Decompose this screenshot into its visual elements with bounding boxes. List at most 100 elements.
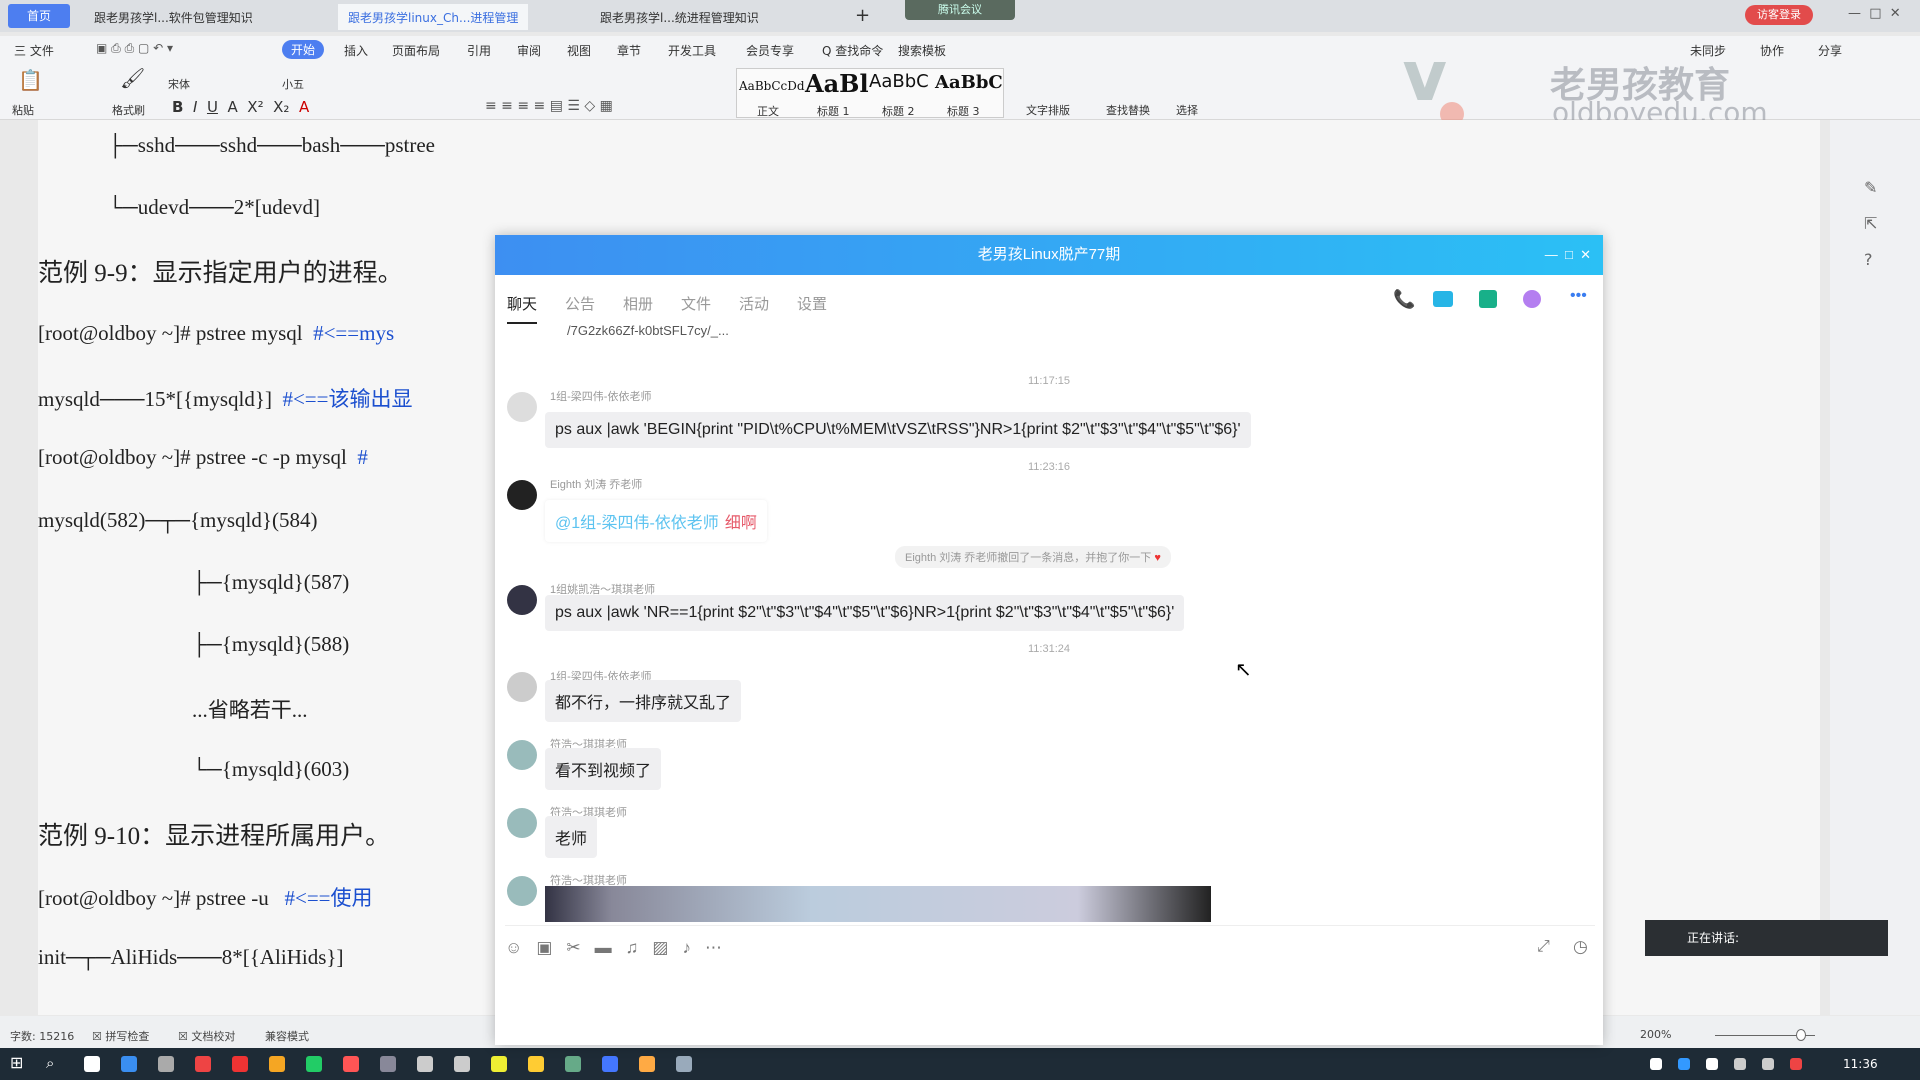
search-command[interactable]: Q 查找命令 xyxy=(822,42,883,59)
style-normal-sample[interactable]: AaBbCcDd xyxy=(739,79,805,93)
taskbar-app-icon[interactable] xyxy=(84,1056,100,1072)
spell-check[interactable]: ☒ 拼写检查 xyxy=(92,1028,149,1044)
quick-access-icons[interactable]: ▣ ⎙ ⎙ ▢ ↶ ▾ xyxy=(96,41,173,56)
avatar[interactable] xyxy=(507,392,537,422)
taskbar-app-icon[interactable] xyxy=(343,1056,359,1072)
tray-icon[interactable] xyxy=(1734,1058,1746,1070)
taskbar-app-icon[interactable] xyxy=(417,1056,433,1072)
login-button[interactable]: 访客登录 xyxy=(1745,5,1813,25)
tray-icon[interactable] xyxy=(1678,1058,1690,1070)
zoom-slider-thumb[interactable] xyxy=(1796,1029,1806,1041)
taskbar-app-icon[interactable] xyxy=(639,1056,655,1072)
menu-chapter[interactable]: 章节 xyxy=(617,42,641,59)
search-icon[interactable]: ⌕ xyxy=(46,1054,54,1072)
taskbar-app-icon[interactable] xyxy=(306,1056,322,1072)
collab-button[interactable]: 协作 xyxy=(1760,42,1784,59)
style-h1-sample[interactable]: AaBl xyxy=(805,69,869,98)
doc-tab-active[interactable]: 跟老男孩学linux_Ch...进程管理 xyxy=(338,4,529,30)
style-h2-label[interactable]: 标题 2 xyxy=(882,103,915,119)
input-toolbar[interactable]: ☺▣✂▬♫▨♪⋯ xyxy=(505,938,736,958)
font-size-select[interactable]: 小五 xyxy=(282,76,304,92)
avatar[interactable] xyxy=(507,876,537,906)
chat-tab[interactable]: 相册 xyxy=(623,293,653,314)
taskbar-app-icon[interactable] xyxy=(380,1056,396,1072)
classroom-icon[interactable] xyxy=(1479,290,1497,308)
taskbar-app-icon[interactable] xyxy=(491,1056,507,1072)
style-normal-label[interactable]: 正文 xyxy=(757,103,779,119)
search-template[interactable]: 搜索模板 xyxy=(898,42,946,59)
taskbar-app-icon[interactable] xyxy=(195,1056,211,1072)
sender-name[interactable]: 1组-梁四伟-依依老师 xyxy=(550,388,651,404)
tray-icon[interactable] xyxy=(1790,1058,1802,1070)
more-icon[interactable]: ••• xyxy=(1570,287,1587,305)
menu-member[interactable]: 会员专享 xyxy=(746,42,794,59)
menu-references[interactable]: 引用 xyxy=(467,42,491,59)
style-h2-sample[interactable]: AaBbC xyxy=(869,71,929,92)
style-h3-sample[interactable]: AaBbC xyxy=(935,72,1003,93)
select-button[interactable]: 选择 xyxy=(1176,102,1198,118)
chat-tab[interactable]: 设置 xyxy=(797,293,827,314)
sync-status[interactable]: 未同步 xyxy=(1690,42,1726,59)
video-call-icon[interactable] xyxy=(1433,291,1453,307)
taskbar-app-icon[interactable] xyxy=(232,1056,248,1072)
font-select[interactable]: 宋体 xyxy=(168,76,190,92)
doc-tab[interactable]: 跟老男孩学l...统进程管理知识 xyxy=(590,4,769,30)
avatar[interactable] xyxy=(507,585,537,615)
menu-layout[interactable]: 页面布局 xyxy=(392,42,440,59)
style-h1-label[interactable]: 标题 1 xyxy=(817,103,850,119)
zoom-level[interactable]: 200% xyxy=(1640,1028,1671,1041)
voice-call-icon[interactable]: 📞 xyxy=(1393,289,1415,310)
menu-review[interactable]: 审阅 xyxy=(517,42,541,59)
history-icon[interactable]: ◷ xyxy=(1573,937,1588,957)
chat-tab[interactable]: 公告 xyxy=(565,293,595,314)
home-tab[interactable]: 首页 xyxy=(8,4,70,28)
expand-icon[interactable]: ⤢ xyxy=(1537,938,1550,956)
proofread[interactable]: ☒ 文档校对 xyxy=(178,1028,235,1044)
taskbar-app-icon[interactable] xyxy=(454,1056,470,1072)
paragraph-buttons[interactable]: ≡ ≡ ≡ ≡ ▤ ☰ ◇ ▦ xyxy=(485,98,613,114)
message-input[interactable] xyxy=(505,965,1595,1040)
chat-tab[interactable]: 文件 xyxy=(681,293,711,314)
taskbar-app-icon[interactable] xyxy=(269,1056,285,1072)
format-buttons[interactable]: B I U A X² X₂ A xyxy=(172,98,309,116)
avatar[interactable] xyxy=(507,808,537,838)
text-layout-button[interactable]: 文字排版 xyxy=(1026,102,1070,118)
menu-insert[interactable]: 插入 xyxy=(344,42,368,59)
avatar[interactable] xyxy=(507,740,537,770)
tray-icon[interactable] xyxy=(1706,1058,1718,1070)
menu-file[interactable]: 三 文件 xyxy=(14,42,54,59)
chat-tab[interactable]: 活动 xyxy=(739,293,769,314)
format-painter-icon[interactable]: 🖌 xyxy=(120,66,145,90)
start-icon[interactable]: ⊞ xyxy=(10,1053,23,1072)
menu-developer[interactable]: 开发工具 xyxy=(668,42,716,59)
taskbar-app-icon[interactable] xyxy=(528,1056,544,1072)
avatar[interactable] xyxy=(507,672,537,702)
app-icon[interactable] xyxy=(1523,290,1541,308)
taskbar-app-icon[interactable] xyxy=(121,1056,137,1072)
avatar[interactable] xyxy=(507,480,537,510)
tray-icon[interactable] xyxy=(1650,1058,1662,1070)
find-replace-button[interactable]: 查找替换 xyxy=(1106,102,1150,118)
menu-home[interactable]: 开始 xyxy=(282,40,325,59)
tray-icon[interactable] xyxy=(1762,1058,1774,1070)
paste-label[interactable]: 粘贴 xyxy=(12,102,34,118)
chat-title-bar[interactable]: 老男孩Linux脱产77期 — □ ✕ xyxy=(495,235,1603,275)
format-painter-label[interactable]: 格式刷 xyxy=(112,102,145,118)
mention-link[interactable]: @1组-梁四伟-依依老师 xyxy=(555,515,719,532)
style-h3-label[interactable]: 标题 3 xyxy=(947,103,980,119)
taskbar-app-icon[interactable] xyxy=(158,1056,174,1072)
menu-view[interactable]: 视图 xyxy=(567,42,591,59)
share-button[interactable]: 分享 xyxy=(1818,42,1842,59)
chat-tab[interactable]: 聊天 xyxy=(507,293,538,324)
doc-tab[interactable]: 跟老男孩学l...软件包管理知识 xyxy=(84,4,263,30)
new-tab-button[interactable]: + xyxy=(845,0,880,26)
taskbar-app-icon[interactable] xyxy=(565,1056,581,1072)
clock[interactable]: 11:36 xyxy=(1843,1057,1878,1071)
paste-icon[interactable]: 📋 xyxy=(18,68,43,92)
window-controls[interactable]: — □ ✕ xyxy=(1848,6,1901,21)
taskbar-app-icon[interactable] xyxy=(602,1056,618,1072)
sender-name[interactable]: Eighth 刘涛 乔老师 xyxy=(550,476,642,492)
sidebar-tool-icons[interactable]: ✎ ⇱? xyxy=(1864,170,1877,278)
chat-window-controls[interactable]: — □ ✕ xyxy=(1545,235,1591,275)
taskbar-app-icon[interactable] xyxy=(676,1056,692,1072)
